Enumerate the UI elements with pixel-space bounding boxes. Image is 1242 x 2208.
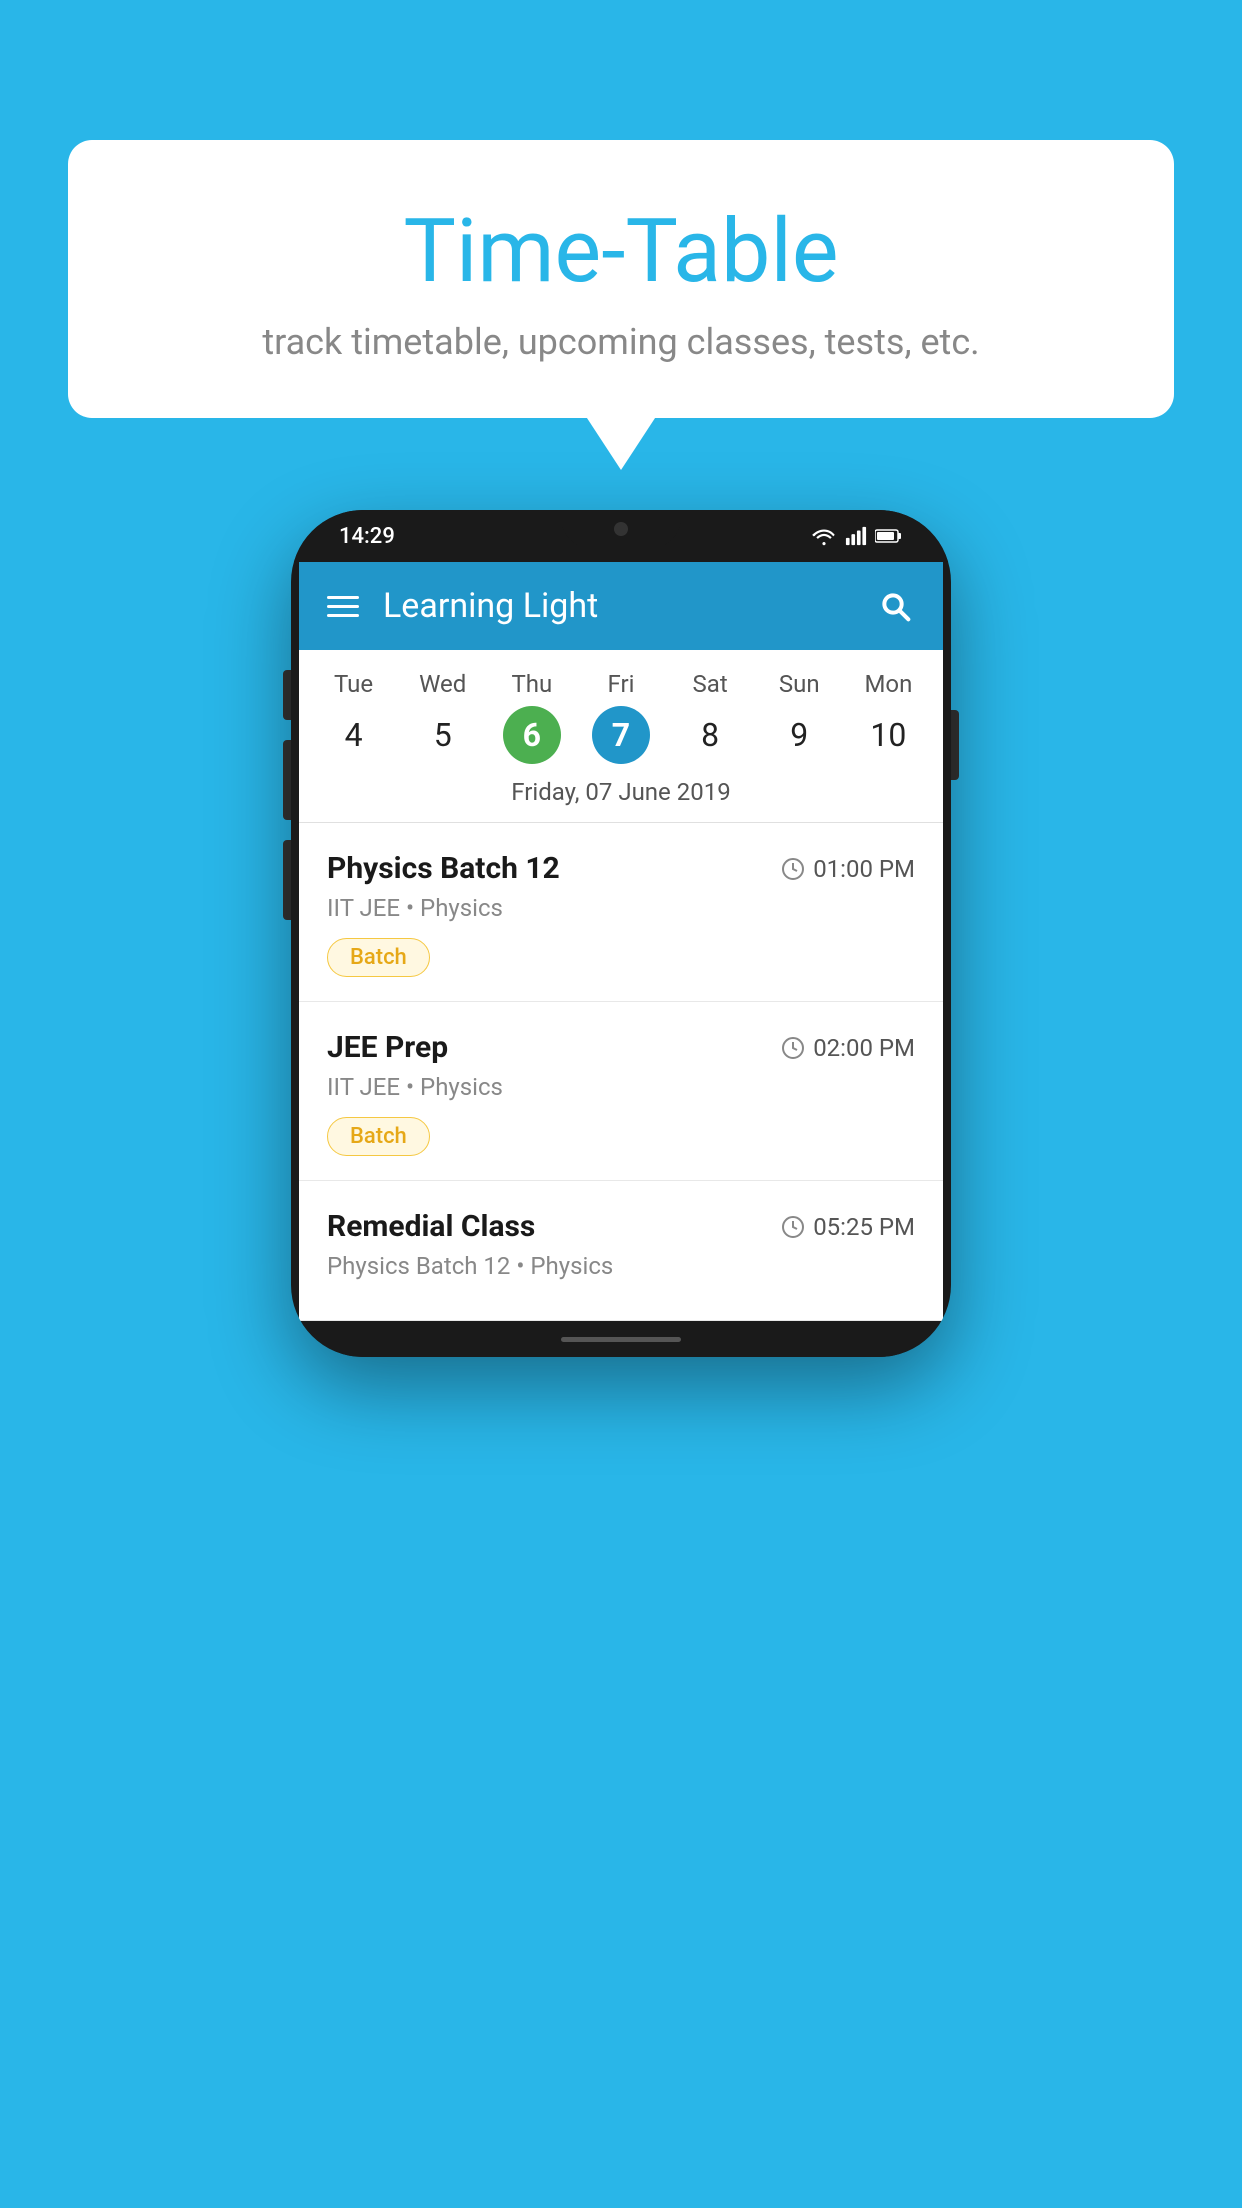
speech-bubble-subtitle: track timetable, upcoming classes, tests… bbox=[108, 321, 1134, 363]
search-icon bbox=[879, 590, 911, 622]
app-bar-left: Learning Light bbox=[327, 586, 598, 626]
phone-mockup: 14:29 bbox=[291, 510, 951, 1357]
class-name: JEE Prep bbox=[327, 1030, 448, 1065]
class-subtitle: IIT JEE • Physics bbox=[327, 894, 915, 922]
class-item[interactable]: JEE Prep 02:00 PM IIT JEE • Physics Batch bbox=[299, 1002, 943, 1181]
class-list: Physics Batch 12 01:00 PM IIT JEE • Physic… bbox=[299, 823, 943, 1321]
volume-up-button bbox=[283, 740, 291, 820]
calendar-day-mon[interactable]: Mon 10 bbox=[848, 670, 928, 764]
app-title: Learning Light bbox=[383, 586, 598, 626]
calendar-strip: Tue 4 Wed 5 Thu 6 Fri 7 Sat 8 Sun 9 Mon 10 Friday, 07… bbox=[299, 650, 943, 823]
day-number: 4 bbox=[325, 706, 383, 764]
notch bbox=[561, 510, 681, 548]
speech-bubble: Time-Table track timetable, upcoming cla… bbox=[68, 140, 1174, 418]
calendar-days-row: Tue 4 Wed 5 Thu 6 Fri 7 Sat 8 Sun 9 Mon 10 bbox=[299, 670, 943, 764]
class-item[interactable]: Remedial Class 05:25 PM Physics Batch 12 •… bbox=[299, 1181, 943, 1321]
day-name: Thu bbox=[511, 670, 552, 698]
class-item-header: Physics Batch 12 01:00 PM bbox=[327, 851, 915, 886]
class-time: 05:25 PM bbox=[781, 1213, 915, 1241]
calendar-day-thu[interactable]: Thu 6 bbox=[492, 670, 572, 764]
phone-frame: 14:29 bbox=[291, 510, 951, 1357]
calendar-day-sat[interactable]: Sat 8 bbox=[670, 670, 750, 764]
class-time: 02:00 PM bbox=[781, 1034, 915, 1062]
calendar-day-tue[interactable]: Tue 4 bbox=[314, 670, 394, 764]
volume-down-button bbox=[283, 840, 291, 920]
calendar-day-sun[interactable]: Sun 9 bbox=[759, 670, 839, 764]
speech-bubble-container: Time-Table track timetable, upcoming cla… bbox=[68, 140, 1174, 418]
day-name: Tue bbox=[334, 670, 373, 698]
class-subtitle: IIT JEE • Physics bbox=[327, 1073, 915, 1101]
class-item[interactable]: Physics Batch 12 01:00 PM IIT JEE • Physic… bbox=[299, 823, 943, 1002]
batch-badge: Batch bbox=[327, 1117, 430, 1156]
day-number: 9 bbox=[770, 706, 828, 764]
status-icons bbox=[811, 525, 903, 547]
day-name: Sun bbox=[779, 670, 820, 698]
day-number: 6 bbox=[503, 706, 561, 764]
clock-icon bbox=[781, 1036, 805, 1060]
volume-silent-button bbox=[283, 670, 291, 720]
battery-icon bbox=[875, 525, 903, 547]
class-subtitle: Physics Batch 12 • Physics bbox=[327, 1252, 915, 1280]
day-name: Sat bbox=[693, 670, 728, 698]
camera bbox=[614, 522, 628, 536]
class-item-header: Remedial Class 05:25 PM bbox=[327, 1209, 915, 1244]
class-name: Remedial Class bbox=[327, 1209, 535, 1244]
class-item-header: JEE Prep 02:00 PM bbox=[327, 1030, 915, 1065]
day-number: 5 bbox=[414, 706, 472, 764]
home-indicator bbox=[561, 1337, 681, 1342]
app-bar: Learning Light bbox=[299, 562, 943, 650]
speech-bubble-title: Time-Table bbox=[108, 200, 1134, 303]
phone-screen: Learning Light Tue4Wed5Thu6Fri7Sat8Sun9M… bbox=[299, 562, 943, 1321]
day-number: 8 bbox=[681, 706, 739, 764]
wifi-icon bbox=[811, 525, 837, 547]
status-time: 14:29 bbox=[339, 524, 395, 549]
day-number: 7 bbox=[592, 706, 650, 764]
class-time: 01:00 PM bbox=[781, 855, 915, 883]
calendar-day-wed[interactable]: Wed 5 bbox=[403, 670, 483, 764]
phone-bottom-bar bbox=[291, 1321, 951, 1357]
batch-badge: Batch bbox=[327, 938, 430, 977]
day-number: 10 bbox=[859, 706, 917, 764]
search-button[interactable] bbox=[875, 586, 915, 626]
power-button bbox=[951, 710, 959, 780]
menu-button[interactable] bbox=[327, 596, 359, 617]
status-bar: 14:29 bbox=[291, 510, 951, 562]
clock-icon bbox=[781, 857, 805, 881]
day-name: Mon bbox=[864, 670, 912, 698]
signal-icon bbox=[845, 525, 867, 547]
clock-icon bbox=[781, 1215, 805, 1239]
class-name: Physics Batch 12 bbox=[327, 851, 560, 886]
day-name: Fri bbox=[608, 670, 635, 698]
calendar-day-fri[interactable]: Fri 7 bbox=[581, 670, 661, 764]
day-name: Wed bbox=[419, 670, 466, 698]
selected-date-label: Friday, 07 June 2019 bbox=[299, 764, 943, 823]
